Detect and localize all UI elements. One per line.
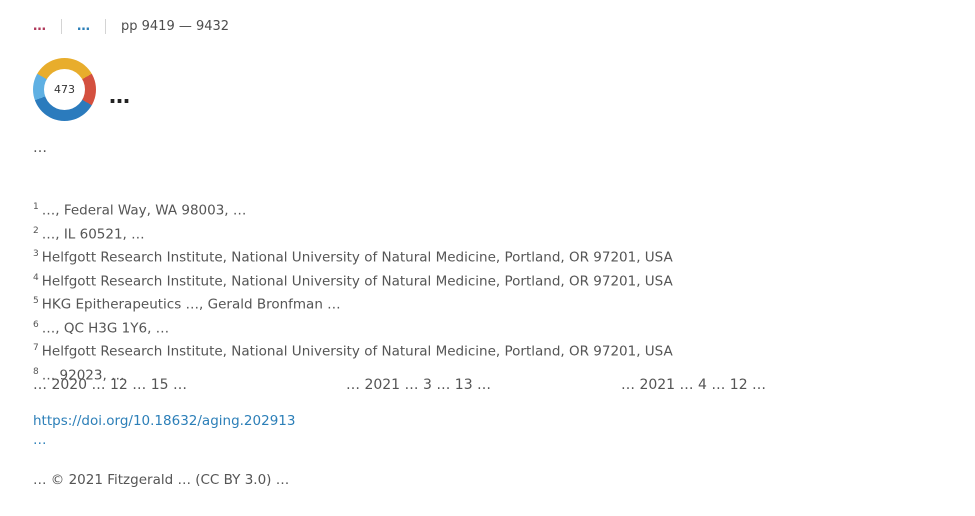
affiliation-list: 1…, Federal Way, WA 98003, … 2…, IL 6052… bbox=[33, 197, 963, 385]
meta-divider bbox=[61, 19, 62, 34]
article-type-label: … bbox=[33, 19, 46, 34]
affiliation-number: 3 bbox=[33, 249, 39, 259]
doi-link[interactable]: https://doi.org/10.18632/aging.202913 bbox=[33, 413, 295, 429]
author-list: … bbox=[33, 140, 47, 156]
affiliation-text: …, IL 60521, … bbox=[41, 226, 145, 242]
article-title: … bbox=[109, 84, 130, 109]
affiliation-number: 6 bbox=[33, 319, 39, 330]
meta-divider bbox=[105, 19, 106, 34]
affiliation-number: 5 bbox=[33, 296, 39, 306]
article-header: … … pp 9419 — 9432 473 … … 1…, Federal W… bbox=[0, 0, 975, 516]
affiliation-item: 5 HKG Epitherapeutics …, Gerald Bronfman … bbox=[33, 291, 963, 315]
affiliation-number: 8 bbox=[33, 366, 39, 377]
affiliation-item: 2…, IL 60521, … bbox=[33, 221, 963, 245]
affiliation-item: 7 Helfgott Research Institute, National U… bbox=[33, 338, 963, 362]
affiliation-text: HKG Epitherapeutics …, Gerald Bronfman … bbox=[41, 296, 341, 313]
affiliation-number: 7 bbox=[33, 343, 39, 353]
copyright-notice: … © 2021 Fitzgerald … (CC BY 3.0) … bbox=[33, 472, 290, 488]
affiliation-item: 1…, Federal Way, WA 98003, … bbox=[33, 197, 963, 221]
publication-dates: … 2020 … 12 … 15 … … 2021 … 3 … 13 … … 2… bbox=[33, 377, 933, 393]
affiliation-text: Helfgott Research Institute, National Un… bbox=[41, 249, 673, 266]
affiliation-number: 2 bbox=[33, 225, 39, 236]
affiliation-item: 6…, QC H3G 1Y6, … bbox=[33, 315, 963, 339]
affiliation-text: …, Federal Way, WA 98003, … bbox=[41, 202, 247, 219]
how-to-cite-link[interactable]: … bbox=[33, 432, 47, 448]
affiliation-text: …, QC H3G 1Y6, … bbox=[41, 320, 170, 336]
published-date: … 2021 … 4 … 12 … bbox=[621, 377, 767, 393]
accepted-date: … 2021 … 3 … 13 … bbox=[346, 377, 492, 393]
article-meta-bar: … … pp 9419 — 9432 bbox=[33, 19, 229, 34]
affiliation-item: 3 Helfgott Research Institute, National U… bbox=[33, 244, 963, 268]
volume-issue-link[interactable]: … bbox=[77, 19, 90, 34]
affiliation-item: 4 Helfgott Research Institute, National U… bbox=[33, 268, 963, 292]
affiliation-text: Helfgott Research Institute, National Un… bbox=[41, 343, 673, 360]
received-date: … 2020 … 12 … 15 … bbox=[33, 377, 187, 393]
page-range: pp 9419 — 9432 bbox=[121, 19, 230, 34]
affiliation-number: 4 bbox=[33, 272, 39, 283]
altmetric-score: 473 bbox=[44, 69, 85, 110]
altmetric-badge-icon[interactable]: 473 bbox=[33, 58, 96, 121]
affiliation-text: Helfgott Research Institute, National Un… bbox=[41, 273, 673, 289]
affiliation-number: 1 bbox=[33, 202, 39, 212]
